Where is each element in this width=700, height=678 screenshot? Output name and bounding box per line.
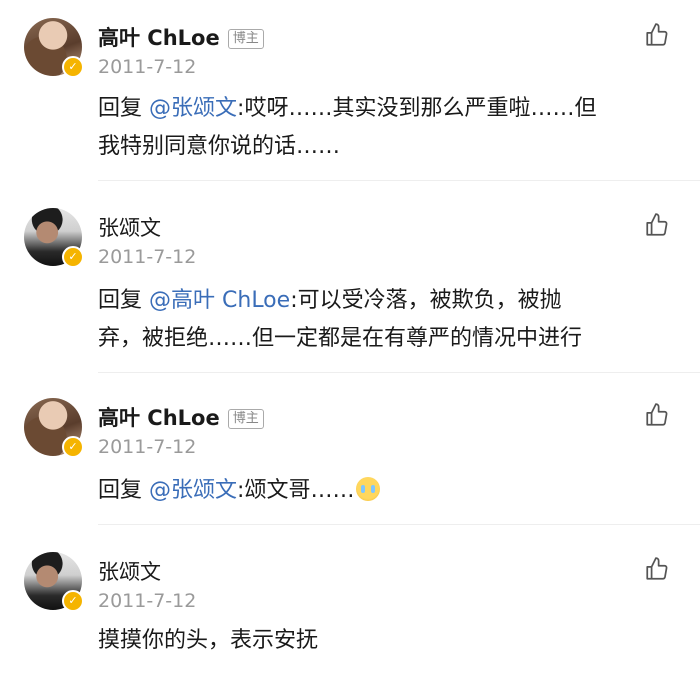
divider [98, 180, 700, 181]
thumbs-up-icon[interactable] [644, 212, 670, 238]
author-name[interactable]: 高叶 ChLoe [98, 406, 220, 430]
divider [98, 372, 700, 373]
comment-text: 摸摸你的头，表示安抚 [98, 622, 668, 660]
verified-badge-icon: ✓ [62, 246, 84, 268]
comment-date: 2011-7-12 [98, 246, 197, 268]
divider [98, 524, 700, 525]
comment-author[interactable]: 高叶 ChLoe 博主 [98, 22, 264, 52]
comment-date: 2011-7-12 [98, 56, 197, 78]
reply-prefix: 回复 [98, 478, 143, 503]
avatar[interactable]: ✓ [24, 398, 84, 458]
avatar[interactable]: ✓ [24, 552, 84, 612]
verified-badge-icon: ✓ [62, 590, 84, 612]
comment-text-line: :哎呀……其实没到那么严重啦……但 [237, 96, 597, 121]
comment-text-line: 我特别同意你说的话…… [98, 134, 341, 159]
comment-text-line: 弃，被拒绝……但一定都是在有尊严的情况中进行 [98, 326, 583, 351]
comment-text-line: 摸摸你的头，表示安抚 [98, 628, 319, 653]
avatar[interactable]: ✓ [24, 208, 84, 268]
mention-link[interactable]: @张颂文 [149, 478, 237, 503]
comment-author[interactable]: 高叶 ChLoe 博主 [98, 402, 264, 432]
comment-thread: ✓ 高叶 ChLoe 博主 2011-7-12 回复 @张颂文:哎呀……其实没到那… [0, 0, 700, 678]
mention-link[interactable]: @高叶 ChLoe [149, 288, 290, 313]
mention-link[interactable]: @张颂文 [149, 96, 237, 121]
verified-badge-icon: ✓ [62, 56, 84, 78]
author-name[interactable]: 高叶 ChLoe [98, 26, 220, 50]
thumbs-up-icon[interactable] [644, 402, 670, 428]
comment-date: 2011-7-12 [98, 436, 197, 458]
comment-author[interactable]: 张颂文 [98, 556, 161, 586]
comment-text: 回复 @高叶 ChLoe:可以受冷落，被欺负，被抛 弃，被拒绝……但一定都是在有… [98, 282, 668, 358]
thumbs-up-icon[interactable] [644, 22, 670, 48]
comment-text: 回复 @张颂文:颂文哥…… [98, 472, 668, 510]
reply-prefix: 回复 [98, 288, 143, 313]
crying-face-emoji [356, 477, 381, 501]
avatar[interactable]: ✓ [24, 18, 84, 78]
blogger-badge: 博主 [227, 409, 264, 429]
reply-prefix: 回复 [98, 96, 143, 121]
comment-date: 2011-7-12 [98, 590, 197, 612]
thumbs-up-icon[interactable] [644, 556, 670, 582]
blogger-badge: 博主 [227, 29, 264, 49]
comment-text-line: :颂文哥…… [237, 478, 355, 503]
comment-text-line: :可以受冷落，被欺负，被抛 [290, 288, 562, 313]
comment-text: 回复 @张颂文:哎呀……其实没到那么严重啦……但 我特别同意你说的话…… [98, 90, 668, 166]
verified-badge-icon: ✓ [62, 436, 84, 458]
comment-author[interactable]: 张颂文 [98, 212, 161, 242]
